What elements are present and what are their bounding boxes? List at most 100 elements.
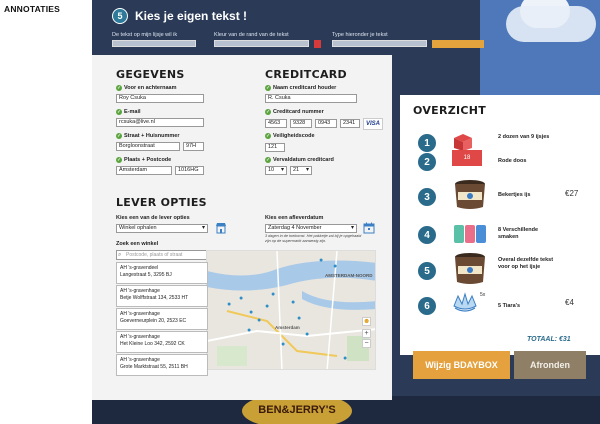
delivery-date-select[interactable]: Zaterdag 4 November xyxy=(265,224,357,233)
background-color-swatch xyxy=(314,40,321,48)
visa-logo: VISA xyxy=(363,118,383,130)
expiry-month-select[interactable]: 10 xyxy=(265,166,287,175)
map-label-amsterdam: Amsterdam xyxy=(275,325,300,330)
expiry-year-select[interactable]: 21 xyxy=(290,166,312,175)
map-pin-icon[interactable]: ● xyxy=(291,299,297,306)
map-pin-icon[interactable]: ● xyxy=(281,341,287,348)
overview-title: OVERZICHT xyxy=(413,104,487,117)
store-list-item[interactable]: AH 's-gravendeel Langestraat 5, 3295 BJ xyxy=(116,262,208,284)
overview-item-text: Rode doos xyxy=(498,158,527,164)
map-pin-icon[interactable]: ● xyxy=(333,263,339,270)
flavors-icon xyxy=(454,225,486,243)
store-address: Het Kleine Loo 342, 2592 CK xyxy=(120,340,185,347)
name-field[interactable]: Roy Csuka xyxy=(116,94,204,103)
street-field[interactable]: Borgloonstraat xyxy=(116,142,180,151)
map-pin-icon[interactable]: ● xyxy=(343,355,349,362)
check-icon: ✓ xyxy=(116,85,122,91)
step-number-badge: 4 xyxy=(418,226,436,244)
background-label: De tekst op mijn lijsje wil ik xyxy=(112,32,178,38)
background-title: Kies je eigen tekst ! xyxy=(135,9,248,23)
card-number-part[interactable]: 4563 xyxy=(265,119,287,128)
map-pin-icon[interactable]: ● xyxy=(265,303,271,310)
map-pin-icon[interactable]: ● xyxy=(271,291,277,298)
map-label-noord: AMSTERDAM-NOORD xyxy=(325,273,373,278)
lever-title: LEVER OPTIES xyxy=(116,196,207,209)
street-view-icon[interactable]: ☻ xyxy=(362,317,371,326)
check-icon: ✓ xyxy=(116,133,122,139)
overview-item-text: Overal dezelfde tekst voor op het ijsje xyxy=(498,257,554,270)
store-list-item[interactable]: AH 's-gravenhage Het Kleine Loo 342, 259… xyxy=(116,331,208,353)
box-icon xyxy=(454,134,472,151)
store-address: Goeverneurplein 20, 2523 EC xyxy=(120,317,187,324)
map-pin-icon[interactable]: ● xyxy=(297,315,303,322)
street-label: ✓ Straat + Huisnummer xyxy=(116,133,180,139)
search-icon: ⌕ xyxy=(118,252,122,258)
zoom-in-button[interactable]: + xyxy=(362,329,371,338)
overview-item-text: 5 Tiara's xyxy=(498,303,520,309)
card-number-label: ✓ Creditcard nummer xyxy=(265,109,324,115)
overview-item-text: 2 dozen van 9 ijsjes xyxy=(498,134,550,140)
store-search-input[interactable]: Postcode, plaats of straat xyxy=(116,250,208,260)
overview-item-text: Bekertjes ijs xyxy=(498,192,531,198)
delivery-date-label: Kies een afleverdatum xyxy=(265,215,324,221)
delivery-option-select[interactable]: Winkel ophalen xyxy=(116,224,208,233)
house-number-field[interactable]: 97H xyxy=(183,142,204,151)
city-label: ✓ Plaats + Postcode xyxy=(116,157,172,163)
cvc-field[interactable]: 121 xyxy=(265,143,285,152)
gegevens-title: GEGEVENS xyxy=(116,68,185,81)
holder-field[interactable]: R. Csuka xyxy=(265,94,357,103)
map-pin-icon[interactable]: ● xyxy=(249,309,255,316)
map-pin-icon[interactable]: ● xyxy=(247,327,253,334)
map-pin-icon[interactable]: ● xyxy=(305,331,311,338)
email-field[interactable]: rcsuka@live.nl xyxy=(116,118,204,127)
store-list-item[interactable]: AH 's-gravenhage Betje Wolffstraat 134, … xyxy=(116,285,208,307)
card-number-part[interactable]: 2341 xyxy=(340,119,360,128)
finish-button[interactable]: Afronden xyxy=(514,351,586,379)
check-icon: ✓ xyxy=(265,85,271,91)
edit-bdaybox-button[interactable]: Wijzig BDAYBOX xyxy=(413,351,510,379)
check-icon: ✓ xyxy=(116,157,122,163)
ice-cream-cup-icon xyxy=(455,180,485,209)
zoom-out-button[interactable]: − xyxy=(362,339,371,348)
store-search-label: Zoek een winkel xyxy=(116,241,159,247)
overview-item-price: €4 xyxy=(565,298,574,307)
page-label: ANNOTATIES xyxy=(4,4,60,14)
expiry-label: ✓ Vervaldatum creditcard xyxy=(265,157,334,163)
store-address: Langestraat 5, 3295 BJ xyxy=(120,271,172,278)
city-field[interactable]: Amsterdam xyxy=(116,166,172,175)
map-pin-icon[interactable]: ● xyxy=(239,295,245,302)
background-field xyxy=(214,40,309,47)
delivery-date-note: 3 dagen in de toekomst. Het pakketje zal… xyxy=(265,234,362,243)
order-total: TOTAAL: €31 xyxy=(527,336,571,343)
background-label: Type hieronder je tekst xyxy=(332,32,388,38)
step-number-badge: 3 xyxy=(418,188,436,206)
map-pin-icon[interactable]: ● xyxy=(319,257,325,264)
check-icon: ✓ xyxy=(265,157,271,163)
store-address: Grote Marktstraat 55, 2511 BH xyxy=(120,363,188,370)
cloud-shape xyxy=(506,6,596,42)
card-number-part[interactable]: 9328 xyxy=(290,119,312,128)
map-pin-icon[interactable]: ● xyxy=(227,301,233,308)
map-pin-icon[interactable]: ● xyxy=(257,317,263,324)
store-list-item[interactable]: AH 's-gravenhage Goeverneurplein 20, 252… xyxy=(116,308,208,330)
check-icon: ✓ xyxy=(265,133,271,139)
calendar-icon[interactable] xyxy=(363,222,375,234)
store-icon xyxy=(216,223,226,234)
store-address: Betje Wolffstraat 134, 2533 HT xyxy=(120,294,189,301)
store-map[interactable]: Amsterdam AMSTERDAM-NOORD ● ● ● ● ● ● ● … xyxy=(206,250,376,370)
ice-cream-cup-icon xyxy=(455,253,485,284)
step-number-badge: 5 xyxy=(418,262,436,280)
postcode-field[interactable]: 1016HG xyxy=(175,166,204,175)
background-label: Kleur van de rand van de tekst xyxy=(214,32,289,38)
holder-label: ✓ Naam creditcard houder xyxy=(265,85,337,91)
card-number-part[interactable]: 0943 xyxy=(315,119,337,128)
step-number-badge: 6 xyxy=(418,297,436,315)
background-button xyxy=(432,40,484,48)
overview-item-price: €27 xyxy=(565,189,579,198)
background-field xyxy=(332,40,427,47)
background-field xyxy=(112,40,196,47)
delivery-option-label: Kies een van de lever opties xyxy=(116,215,190,221)
store-list-item[interactable]: AH 's-gravenhage Grote Marktstraat 55, 2… xyxy=(116,354,208,376)
name-label: ✓ Voor en achternaam xyxy=(116,85,177,91)
step-number-badge: 2 xyxy=(418,153,436,171)
